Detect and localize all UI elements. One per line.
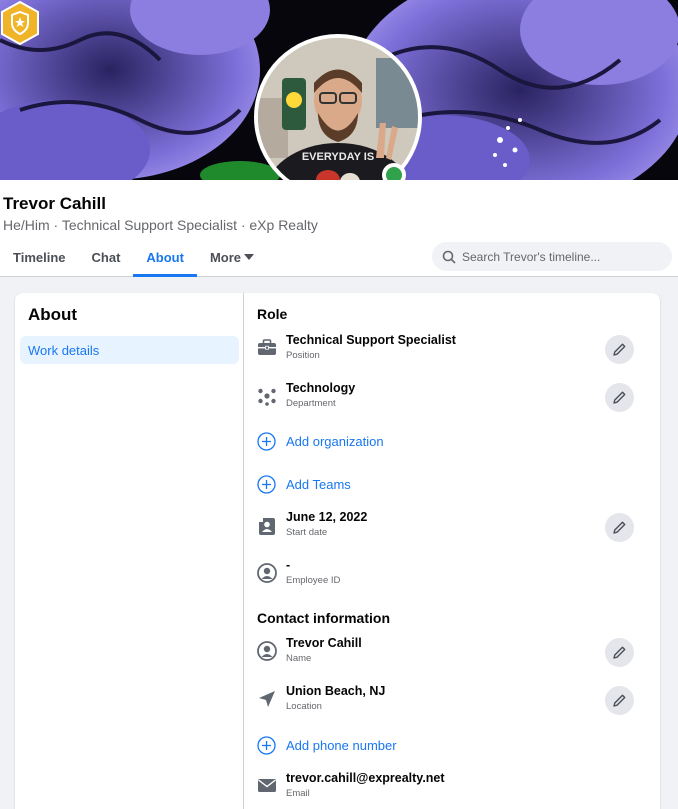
shirt-text: EVERYDAY IS <box>302 151 374 163</box>
about-card: About Work details Role Technical Suppor… <box>15 293 660 809</box>
edit-department-button[interactable] <box>605 383 634 412</box>
employee-id-value: - <box>286 558 291 572</box>
start-date-row: June 12, 2022 Start date <box>257 510 647 550</box>
role-section-title: Role <box>257 306 288 322</box>
search-input[interactable] <box>462 249 662 264</box>
email-label: Email <box>286 788 310 799</box>
tab-timeline[interactable]: Timeline <box>0 238 79 276</box>
network-icon <box>258 388 276 406</box>
plus-circle-icon <box>257 735 276 755</box>
add-phone-label: Add phone number <box>286 737 397 753</box>
location-value: Union Beach, NJ <box>286 684 386 698</box>
tab-chat-label: Chat <box>91 249 121 265</box>
contact-name-value: Trevor Cahill <box>286 636 362 650</box>
pencil-icon <box>613 343 626 356</box>
plus-circle-icon <box>257 474 276 494</box>
add-organization-label: Add organization <box>286 433 384 449</box>
edit-name-button[interactable] <box>605 638 634 667</box>
envelope-icon <box>258 779 276 792</box>
employee-id-row: - Employee ID <box>257 558 647 598</box>
profile-tabs: Timeline Chat About More <box>0 238 267 277</box>
about-sidebar: About Work details <box>15 293 244 809</box>
position-label: Position <box>286 350 320 361</box>
position-row: Technical Support Specialist Position <box>257 333 647 373</box>
tab-about-label: About <box>146 249 184 265</box>
email-value: trevor.cahill@exprealty.net <box>286 771 445 785</box>
department-value: Technology <box>286 381 356 395</box>
add-organization-button[interactable]: Add organization <box>257 430 384 452</box>
add-teams-button[interactable]: Add Teams <box>257 473 351 495</box>
profile-header: Trevor Cahill He/Him · Technical Support… <box>0 180 678 277</box>
tab-more[interactable]: More <box>197 238 267 276</box>
location-row: Union Beach, NJ Location <box>257 684 647 724</box>
department-label: Department <box>286 398 336 409</box>
tab-more-label: More <box>209 249 242 265</box>
add-phone-button[interactable]: Add phone number <box>257 734 397 756</box>
email-row: trevor.cahill@exprealty.net Email <box>257 771 647 809</box>
location-label: Location <box>286 701 322 712</box>
briefcase-icon <box>258 339 276 355</box>
profile-name: Trevor Cahill <box>3 194 106 213</box>
department-row: Technology Department <box>257 381 647 421</box>
tab-chat[interactable]: Chat <box>79 238 134 276</box>
timeline-search[interactable] <box>432 242 672 271</box>
start-date-label: Start date <box>286 527 328 538</box>
person-circle-icon <box>257 641 277 661</box>
employee-id-label: Employee ID <box>286 575 341 586</box>
pencil-icon <box>613 694 626 707</box>
shield-badge-icon[interactable] <box>0 0 40 46</box>
contact-name-label: Name <box>286 653 312 664</box>
position-value: Technical Support Specialist <box>286 333 456 347</box>
id-card-icon <box>259 518 275 535</box>
add-teams-label: Add Teams <box>286 476 351 492</box>
pencil-icon <box>613 646 626 659</box>
edit-location-button[interactable] <box>605 686 634 715</box>
edit-position-button[interactable] <box>605 335 634 364</box>
tab-about[interactable]: About <box>133 238 197 277</box>
person-circle-icon <box>257 563 277 583</box>
start-date-value: June 12, 2022 <box>286 510 368 524</box>
contact-section-title: Contact information <box>257 610 390 626</box>
tab-timeline-label: Timeline <box>13 249 66 265</box>
search-icon <box>442 250 456 264</box>
profile-subtitle: He/Him · Technical Support Specialist · … <box>3 217 318 233</box>
contact-name-row: Trevor Cahill Name <box>257 636 647 676</box>
plus-circle-icon <box>257 431 276 451</box>
edit-start-date-button[interactable] <box>605 513 634 542</box>
pencil-icon <box>613 391 626 404</box>
nav-work-details[interactable]: Work details <box>20 336 239 364</box>
pencil-icon <box>613 521 626 534</box>
caret-down-icon <box>244 254 255 260</box>
about-title: About <box>28 305 78 324</box>
location-arrow-icon <box>259 691 275 707</box>
